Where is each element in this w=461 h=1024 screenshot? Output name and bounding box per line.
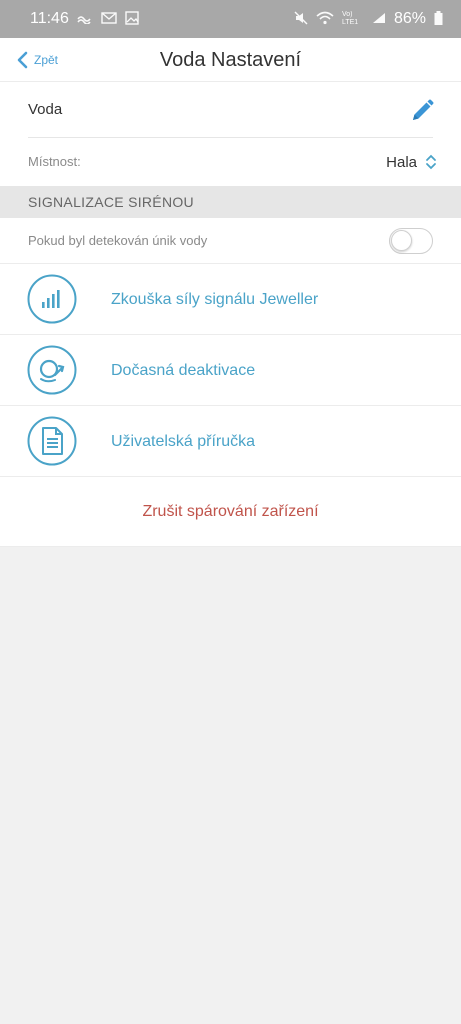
toggle-knob xyxy=(391,230,412,251)
toggle-label: Pokud byl detekován únik vody xyxy=(28,233,208,248)
signal-test-row[interactable]: Zkouška síly signálu Jeweller xyxy=(0,264,461,335)
pencil-icon xyxy=(413,99,434,120)
siren-toggle-row: Pokud byl detekován únik vody xyxy=(0,218,461,264)
mute-icon xyxy=(294,11,308,28)
battery-percent: 86% xyxy=(393,10,426,27)
unpair-label: Zrušit spárování zařízení xyxy=(142,503,319,520)
status-time: 11:46 xyxy=(30,10,69,27)
action-label: Zkouška síly signálu Jeweller xyxy=(111,291,319,308)
status-right: Vo) LTE1 86% xyxy=(294,10,443,28)
deactivate-icon xyxy=(27,345,77,395)
action-label: Dočasná deaktivace xyxy=(111,362,256,379)
edit-name-button[interactable] xyxy=(409,98,435,124)
siren-section-header: SIGNALIZACE SIRÉNOU xyxy=(0,186,461,218)
room-label: Místnost: xyxy=(28,154,81,169)
room-value: Hala xyxy=(386,153,417,171)
siren-toggle[interactable] xyxy=(389,228,433,254)
wave-icon xyxy=(77,12,93,27)
volte-icon: Vo) LTE1 xyxy=(341,11,359,26)
page-title: Voda Nastavení xyxy=(159,49,302,71)
status-left: 11:46 xyxy=(30,10,139,28)
room-select[interactable]: Hala xyxy=(386,138,437,186)
image-icon xyxy=(125,10,139,28)
signal-bars-icon xyxy=(27,274,77,324)
device-name: Voda xyxy=(28,101,63,118)
wifi-icon xyxy=(316,11,334,28)
document-icon xyxy=(27,416,77,466)
temporary-deactivation-row[interactable]: Dočasná deaktivace xyxy=(0,335,461,406)
section-title: SIGNALIZACE SIRÉNOU xyxy=(28,194,194,210)
action-label: Uživatelská příručka xyxy=(111,433,256,450)
chevron-up-down-icon xyxy=(426,154,436,170)
status-bar: 11:46 Vo) LTE1 86% xyxy=(0,0,461,38)
unpair-device-button[interactable]: Zrušit spárování zařízení xyxy=(0,477,461,547)
signal-icon xyxy=(372,12,386,27)
device-name-row: Voda xyxy=(0,82,461,138)
battery-icon xyxy=(434,10,443,28)
room-row: Místnost: Hala xyxy=(0,138,461,186)
user-manual-row[interactable]: Uživatelská příručka xyxy=(0,406,461,477)
nav-header: Zpět Voda Nastavení xyxy=(0,38,461,82)
envelope-icon xyxy=(101,11,117,27)
